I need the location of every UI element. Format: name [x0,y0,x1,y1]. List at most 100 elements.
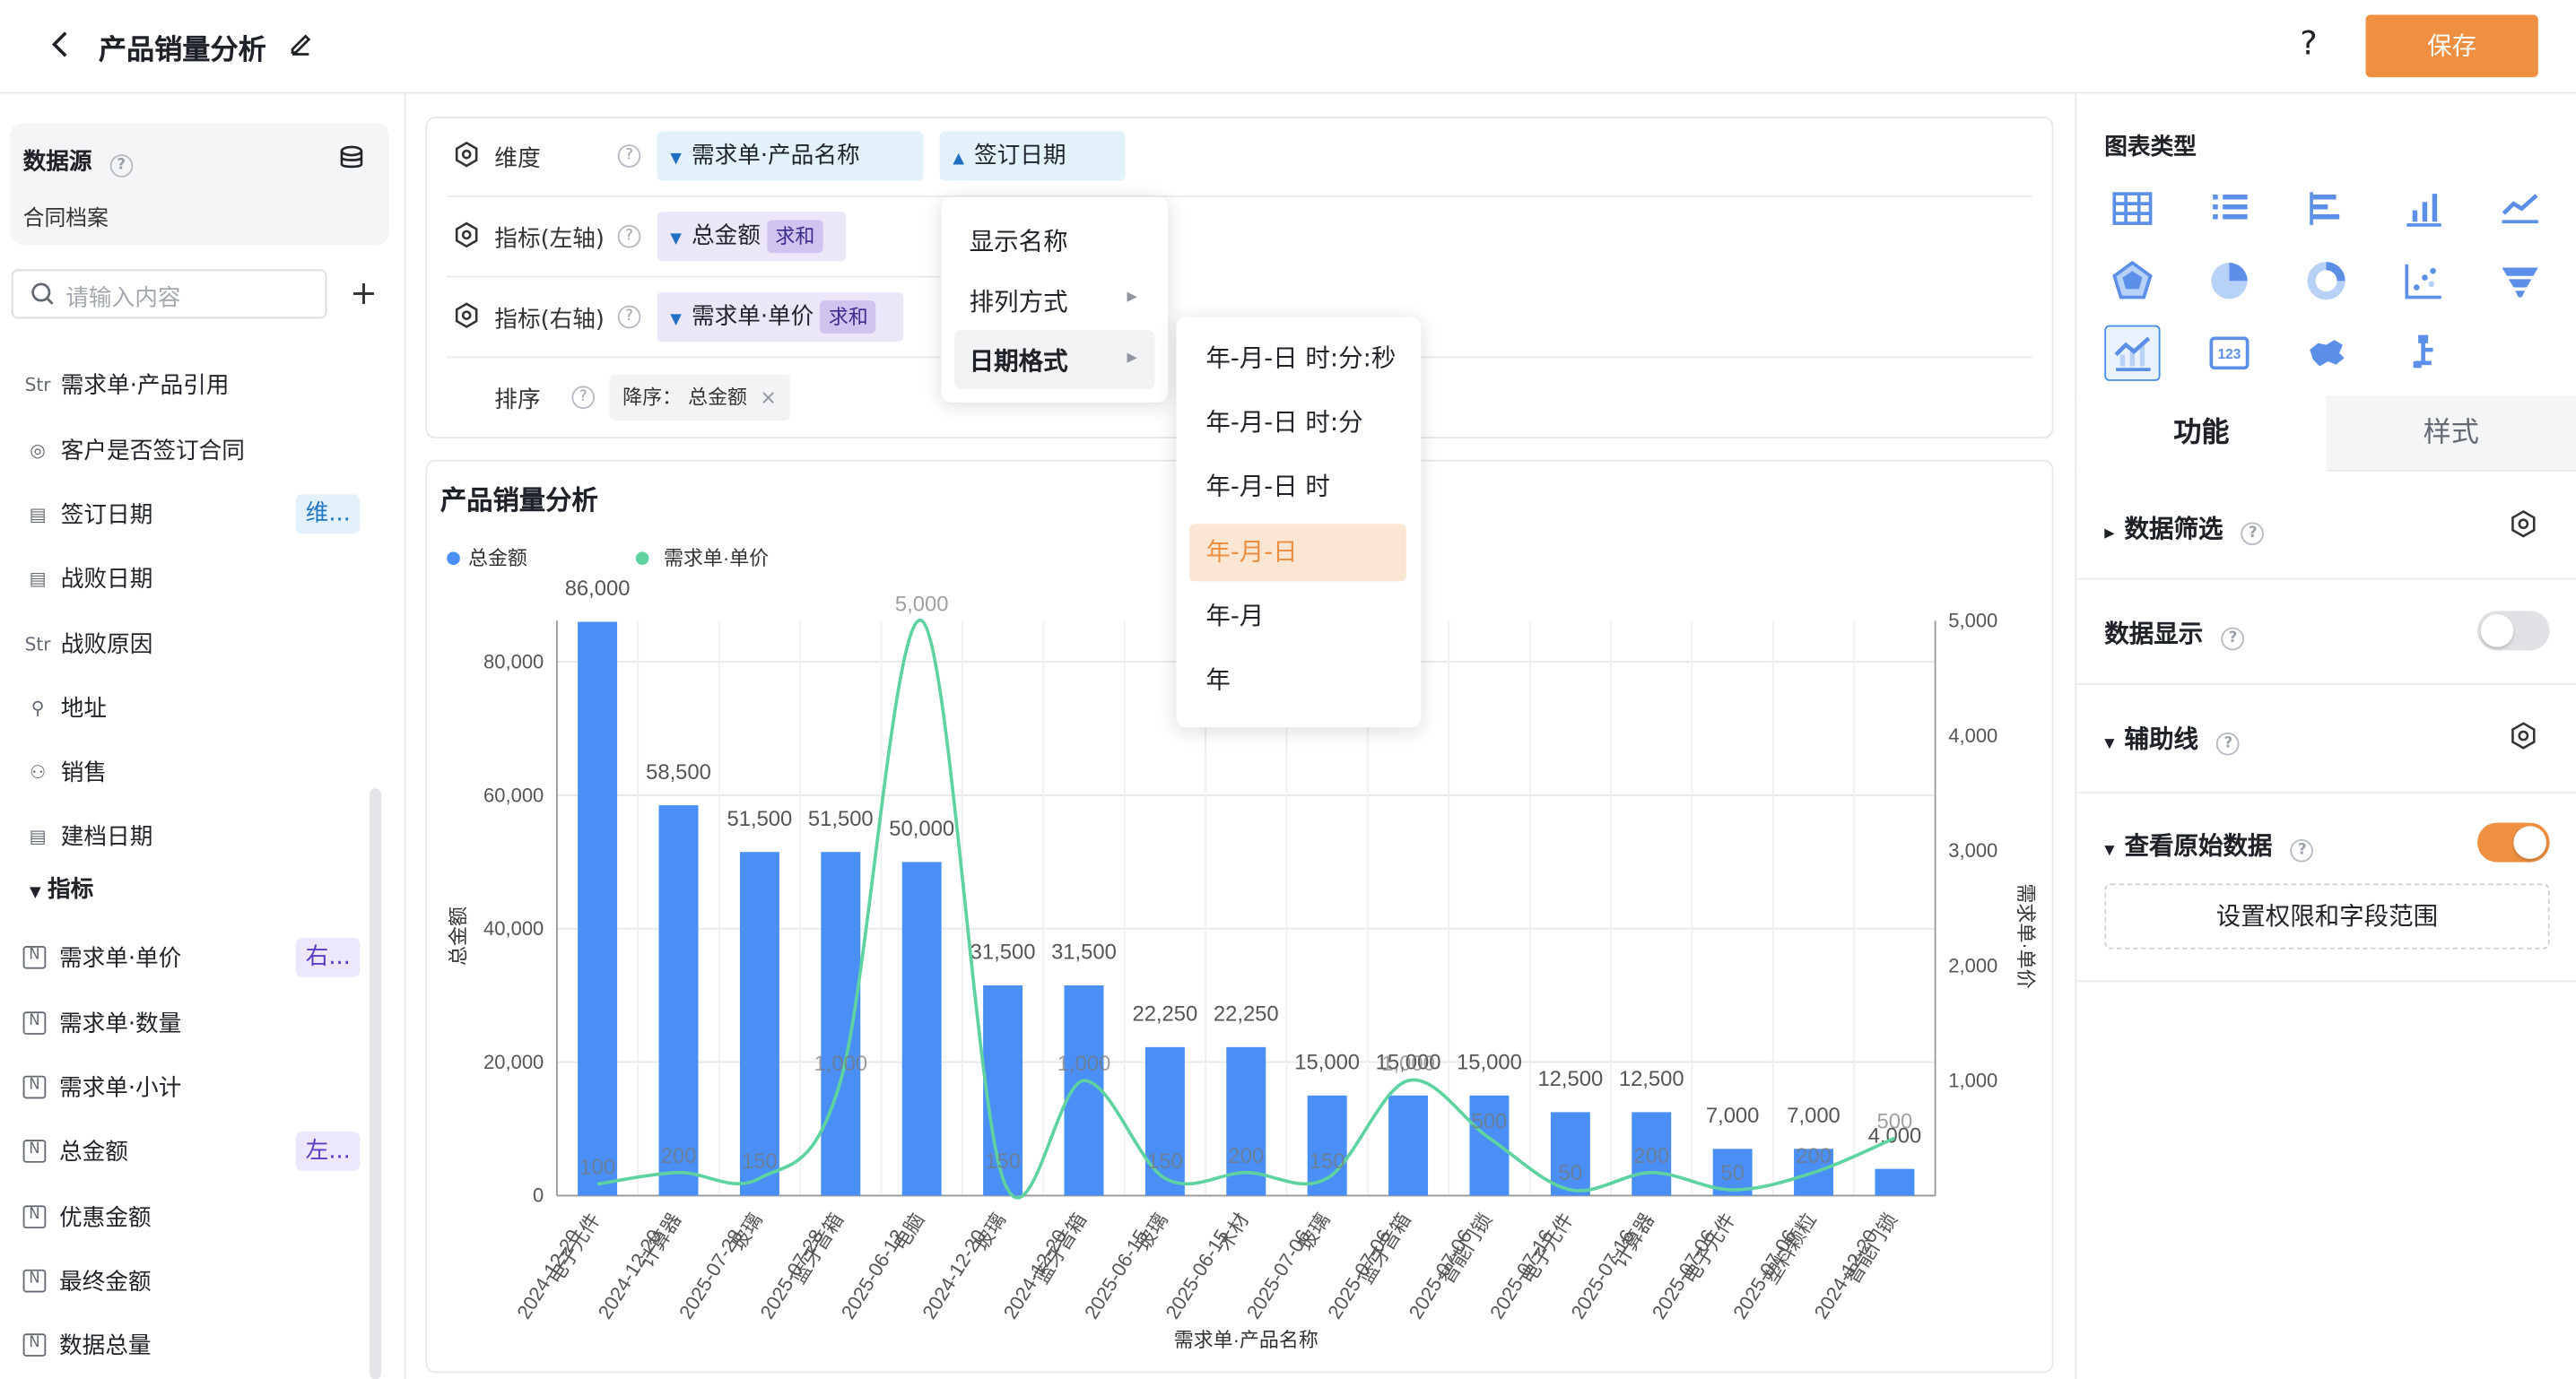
date-format-option[interactable]: 年-月-日 时:分 [1189,395,1406,452]
field-search-input[interactable]: 请输入内容 [11,269,327,319]
x-tick-label: 2024-12-20 [594,1226,666,1323]
list-icon[interactable] [2201,180,2257,236]
tab-function[interactable]: 功能 [2076,395,2327,472]
bar-value-label: 22,250 [1214,1002,1279,1027]
metric-item[interactable]: N 数据总量 [22,1327,152,1363]
metric-item[interactable]: N 优惠金额 [22,1199,152,1235]
horizontal-bar-icon[interactable] [2298,180,2354,236]
sort-chip[interactable]: 降序： 总金额 × [609,374,790,421]
right-axis-chip[interactable]: ▼ 需求单·单价 求和 [657,292,904,342]
close-icon[interactable]: × [760,386,776,409]
submenu-arrow-icon: ▶ [1127,350,1137,365]
sidebar-scrollbar[interactable] [370,788,381,1379]
y-left-tick-label: 20,000 [483,1051,544,1073]
number-field-icon: N [22,1075,47,1099]
table-icon[interactable] [2104,180,2160,236]
field-type-icon: ◎ [30,438,46,461]
date-format-option[interactable]: 年 [1189,652,1406,709]
dimension-chip-date[interactable]: ▲ 签订日期 [939,131,1126,181]
date-format-option[interactable]: 年-月-日 时 [1189,459,1406,516]
metrics-section-header[interactable]: ▼ 指标 [30,872,93,906]
right-axis-label: 指标(右轴) [494,307,605,334]
data-display-toggle[interactable] [2477,611,2550,651]
field-item[interactable]: ▤ 签订日期 [23,496,153,532]
radar-chart-icon[interactable] [2104,253,2160,308]
back-arrow-icon[interactable] [43,26,83,65]
field-item[interactable]: Str 战败原因 [23,626,153,662]
help-icon[interactable]: ? [571,386,596,410]
field-item[interactable]: Str 需求单·产品引用 [23,366,230,402]
tab-style[interactable]: 样式 [2326,395,2576,472]
field-item[interactable]: ⚲ 地址 [23,690,107,725]
bar-chart-icon[interactable] [2395,180,2450,236]
edit-title-icon[interactable] [286,28,319,61]
donut-chart-icon[interactable] [2298,253,2354,308]
add-field-button[interactable]: + [350,273,378,312]
help-icon[interactable]: ? [617,305,641,329]
tree-chart-icon[interactable] [2395,325,2450,381]
line-value-label: 150 [1147,1149,1183,1174]
divider [2075,791,2576,794]
date-format-option[interactable]: 年-月-日 时:分:秒 [1189,330,1406,387]
combo-chart-icon[interactable] [2104,325,2161,381]
field-usage-badge: 维... [295,494,361,534]
line-value-label: 150 [985,1149,1021,1174]
datasource-label: 数据源 ? [23,144,134,178]
metric-item[interactable]: N 需求单·单价 [22,940,181,976]
line-chart-icon[interactable] [2493,180,2548,236]
field-item[interactable]: ⚇ 销售 [23,754,107,790]
scatter-chart-icon[interactable] [2395,253,2450,308]
y-left-tick-label: 60,000 [483,784,544,806]
help-icon[interactable]: ? [2221,627,2245,651]
menu-item-display-name[interactable]: 显示名称 [970,223,1068,257]
bar-value-label: 51,500 [727,807,793,831]
help-icon[interactable]: ? [2300,23,2317,63]
field-item[interactable]: ▤ 建档日期 [23,818,153,854]
legend-swatch-total [447,551,460,566]
x-tick-label: 2025-07-16 [1566,1226,1639,1323]
menu-item-date-format[interactable]: 日期格式 ▶ [954,330,1155,390]
view-raw-data-row[interactable]: ▼ 查看原始数据 ? [2104,828,2314,863]
save-button[interactable]: 保存 [2365,14,2538,78]
datasource-switch-icon[interactable] [338,144,368,178]
date-format-option[interactable]: 年-月 [1189,587,1406,645]
aux-line-row[interactable]: ▼ 辅助线 ? [2104,721,2241,756]
field-type-icon: Str [24,373,51,395]
filter-settings-icon[interactable] [2509,509,2538,545]
bar [739,852,779,1196]
metric-item[interactable]: N 总金额 [22,1133,128,1169]
help-icon[interactable]: ? [2216,732,2241,756]
help-icon[interactable]: ? [2241,522,2265,546]
funnel-chart-icon[interactable] [2493,253,2548,308]
metric-left-icon [454,221,480,255]
field-item[interactable]: ▤ 战败日期 [23,560,153,596]
metric-item[interactable]: N 需求单·小计 [22,1069,181,1105]
x-tick-label: 2025-07-28 [674,1226,747,1323]
help-icon[interactable]: ? [109,154,134,178]
help-icon[interactable]: ? [2290,838,2314,863]
x-tick-label: 2025-07-06 [1323,1226,1396,1323]
divider [2075,980,2576,983]
date-format-option[interactable]: 年-月-日 [1189,523,1406,581]
number-card-icon[interactable]: 123 [2201,325,2257,381]
field-item[interactable]: ◎ 客户是否签订合同 [23,432,245,468]
view-raw-toggle[interactable] [2477,822,2550,863]
page-title: 产品销量分析 [98,34,266,68]
map-chart-icon[interactable] [2298,325,2354,381]
metric-usage-badge: 右... [295,937,361,977]
x-tick-label: 2025-07-06 [1405,1226,1477,1323]
help-icon[interactable]: ? [617,144,641,168]
aux-line-settings-icon[interactable] [2509,721,2538,757]
field-name: 战败日期 [60,566,153,594]
metric-item[interactable]: N 需求单·数量 [22,1005,181,1041]
permission-range-button[interactable]: 设置权限和字段范围 [2104,883,2550,950]
left-axis-chip[interactable]: ▼ 总金额 求和 [657,212,847,262]
pie-chart-icon[interactable] [2201,253,2257,308]
x-tick-label: 2024-12-20 [512,1226,585,1323]
metric-item[interactable]: N 最终金额 [22,1263,152,1299]
help-icon[interactable]: ? [617,224,641,248]
menu-item-sort-order[interactable]: 排列方式 [970,284,1068,318]
line-value-label: 200 [1796,1144,1832,1168]
data-filter-row[interactable]: ▶ 数据筛选 ? [2104,511,2265,546]
dimension-chip-product[interactable]: ▼ 需求单·产品名称 [657,131,924,181]
